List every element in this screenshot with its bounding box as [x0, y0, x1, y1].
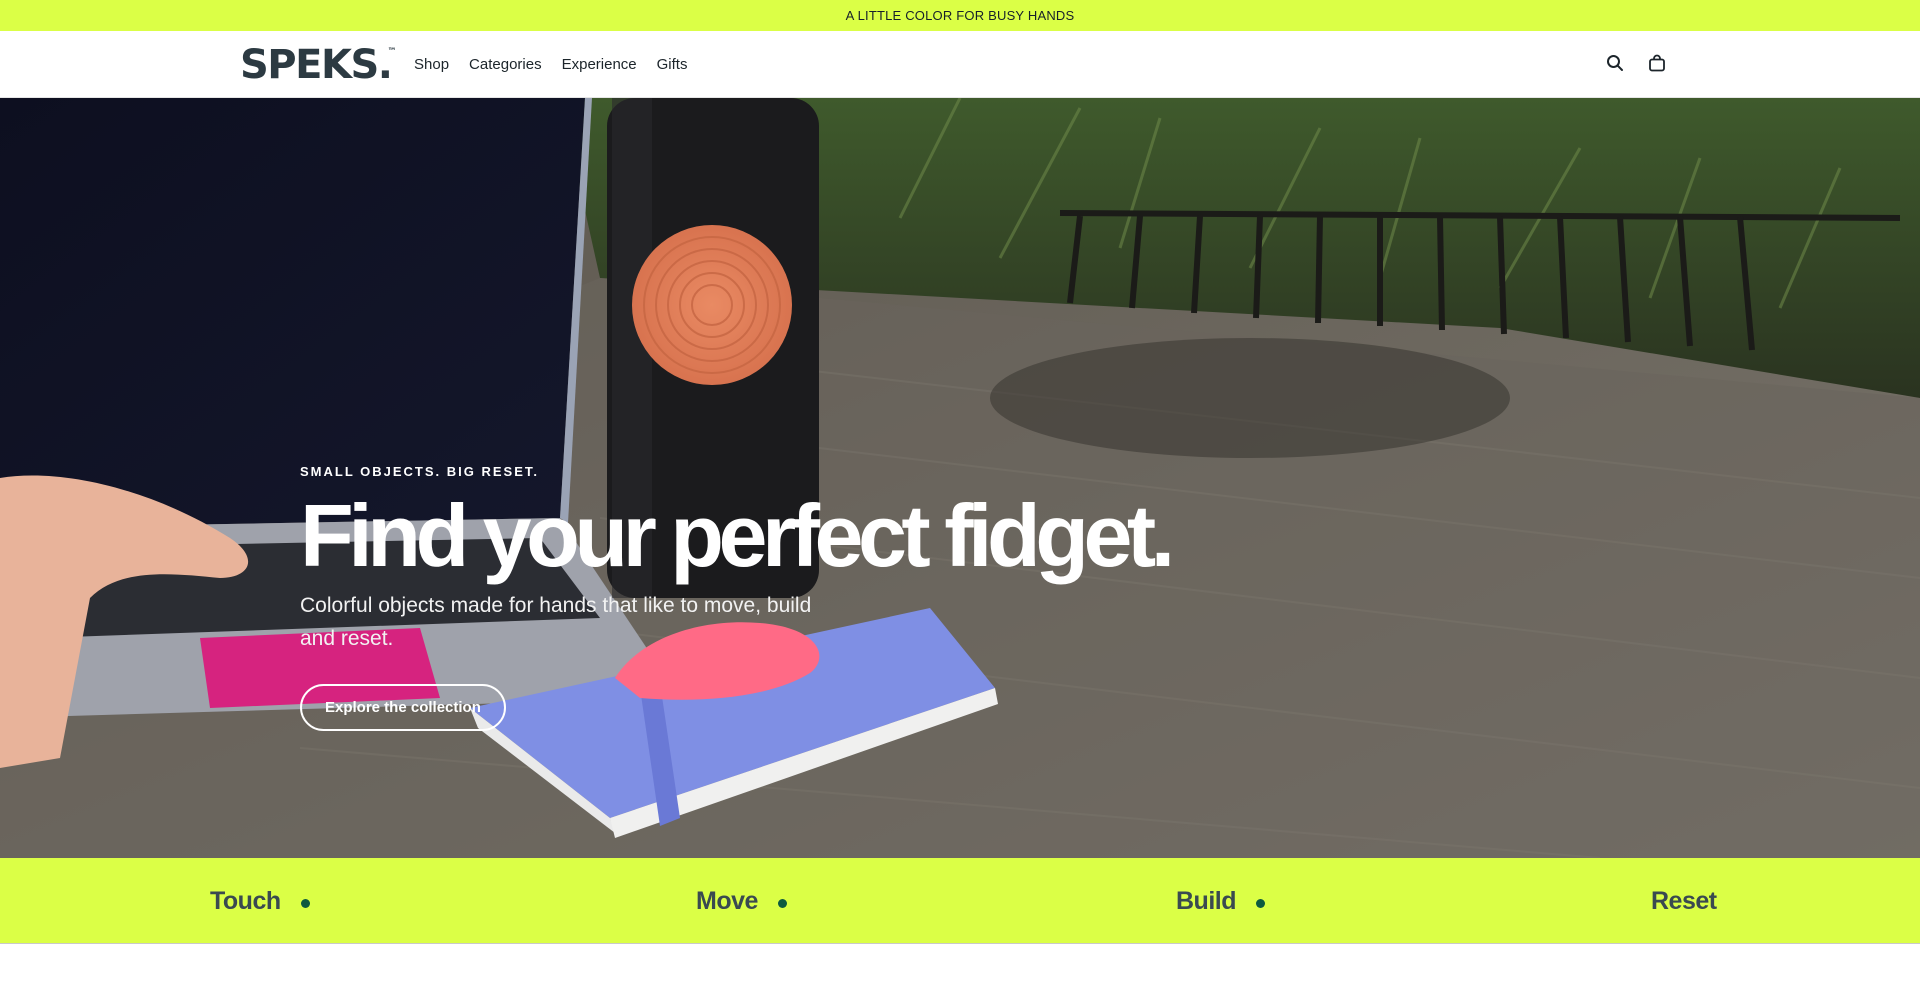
nav-experience[interactable]: Experience [562, 56, 637, 73]
hero-eyebrow: SMALL OBJECTS. BIG RESET. [300, 464, 540, 479]
hero-subhead: Colorful objects made for hands that lik… [300, 594, 812, 650]
strip-item-move[interactable]: Move [696, 858, 787, 944]
strip-label: Touch [210, 886, 281, 915]
nav-gifts[interactable]: Gifts [657, 56, 688, 73]
announcement-text: A LITTLE COLOR FOR BUSY HANDS [845, 8, 1075, 23]
strip-item-touch[interactable]: Touch [210, 858, 310, 944]
nav-shop[interactable]: Shop [414, 56, 449, 73]
dot-icon [777, 898, 787, 908]
strip-label: Move [696, 886, 758, 915]
explore-collection-button[interactable]: Explore the collection [300, 684, 506, 731]
site-header: SPEKS. ™ Shop Categories Experience Gift… [0, 31, 1920, 98]
hero-headline: Find your perfect fidget. [300, 486, 1175, 585]
hero-content: SMALL OBJECTS. BIG RESET. Find your perf… [300, 464, 1200, 731]
category-strip: Touch Move Build Reset [0, 858, 1920, 944]
strip-item-build[interactable]: Build [1176, 858, 1265, 944]
nav-categories[interactable]: Categories [469, 56, 542, 73]
speks-logo[interactable]: SPEKS. ™ [240, 45, 396, 85]
dot-icon [1256, 898, 1265, 908]
header-actions [1604, 52, 1668, 74]
main-nav: Shop Categories Experience Gifts [414, 31, 687, 98]
dot-icon [300, 898, 310, 908]
strip-label: Build [1176, 886, 1237, 915]
search-icon[interactable] [1604, 52, 1626, 74]
bag-icon[interactable] [1646, 52, 1668, 74]
logo-wordmark: SPEKS. [240, 42, 393, 88]
strip-label: Reset [1651, 886, 1717, 915]
strip-item-reset[interactable]: Reset [1651, 858, 1717, 944]
announcement-bar: A LITTLE COLOR FOR BUSY HANDS [0, 0, 1920, 31]
logo-trademark: ™ [387, 47, 397, 57]
hero-banner: SMALL OBJECTS. BIG RESET. Find your perf… [0, 98, 1920, 858]
